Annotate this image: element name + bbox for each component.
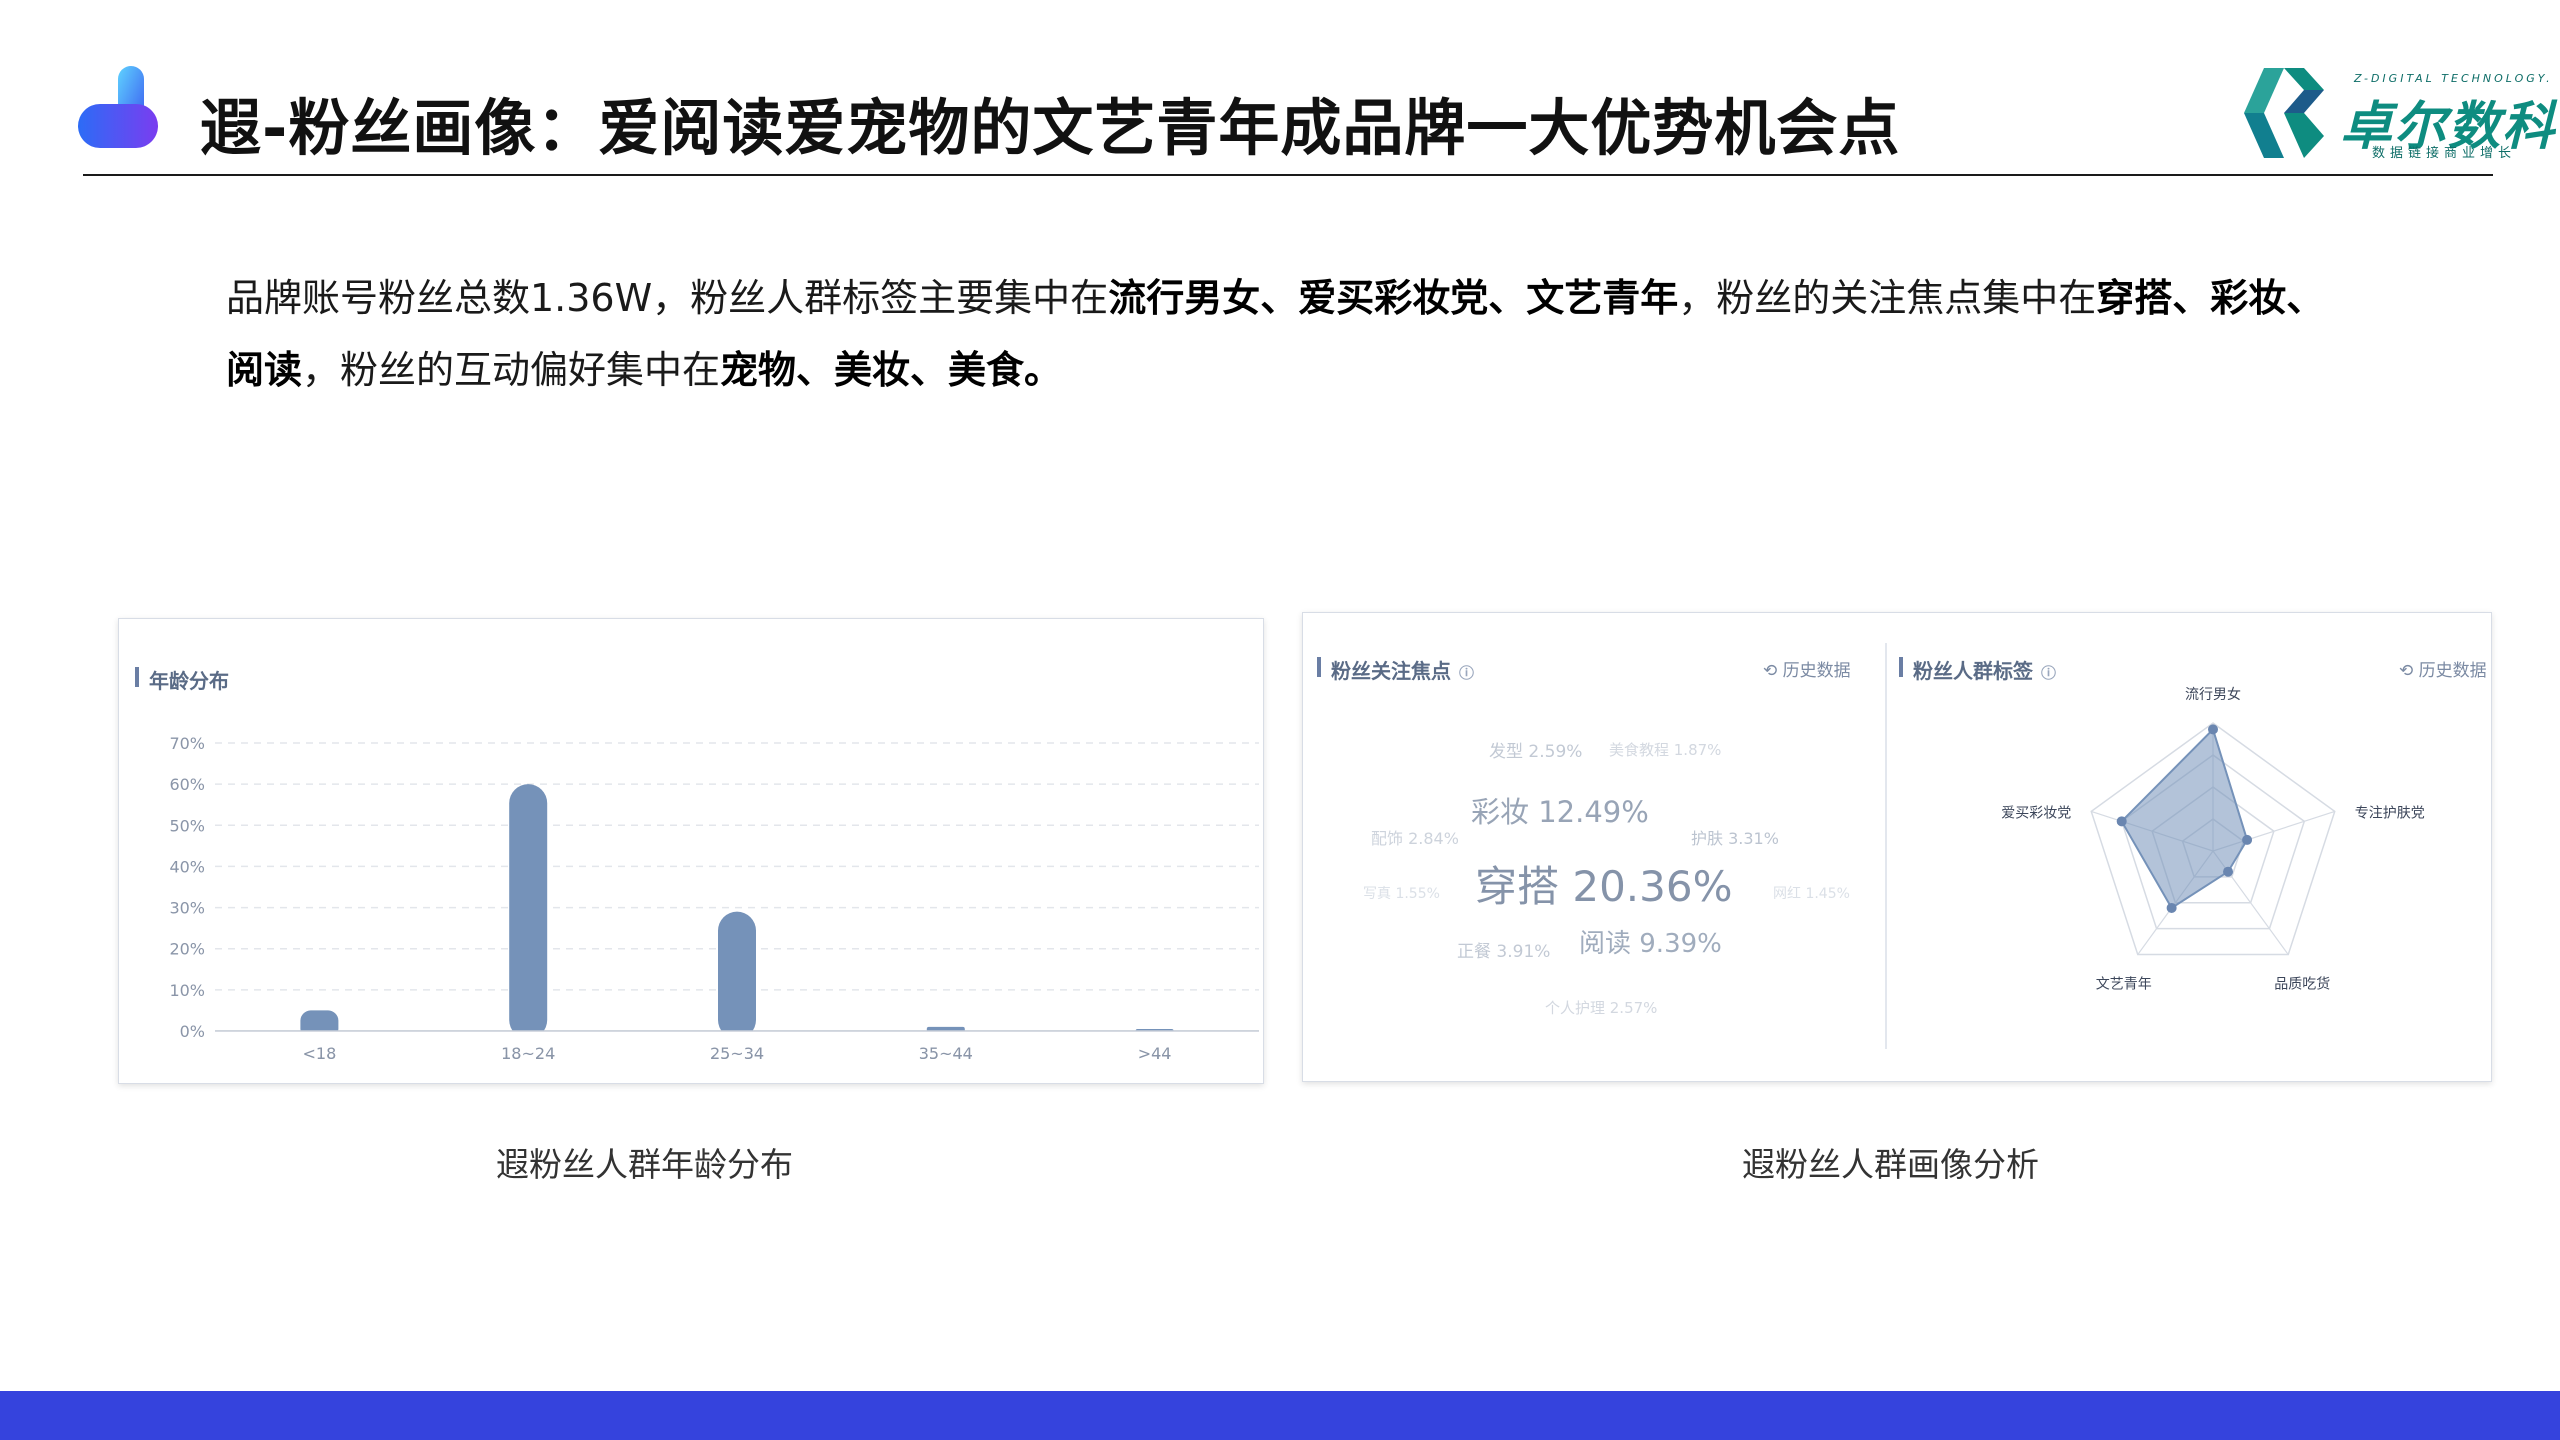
tags-section-title: 粉丝人群标签 ⓘ: [1898, 655, 2056, 684]
age-panel-caption: 遐粉丝人群年龄分布: [496, 1145, 793, 1184]
x-tick-label: >44: [1138, 1044, 1172, 1063]
cloud-word: 正餐 3.91%: [1457, 942, 1551, 962]
history-clock-icon: ⟲: [1763, 661, 1778, 681]
help-icon[interactable]: ⓘ: [2041, 664, 2056, 682]
summary-text-3: ，粉丝的互动偏好集中在: [302, 348, 721, 392]
footer-bar: [0, 1391, 2560, 1440]
cloud-word: 阅读 9.39%: [1579, 929, 1722, 959]
header-divider: [83, 174, 2493, 176]
brand-logo: Z-DIGITAL TECHNOLOGY. 卓尔数科 数据链接商业增长: [2244, 62, 2554, 162]
x-tick-label: 35~44: [919, 1044, 973, 1063]
age-bar: [509, 784, 548, 1039]
age-bar-chart: 0% 10% 20% 30% 40% 50% 60% 70% <18 18~24 25~34 35~4…: [169, 734, 1259, 1063]
history-clock-icon: ⟲: [2399, 661, 2414, 681]
radar-axis-label: 专注护肤党: [2355, 805, 2425, 821]
y-tick-label: 0%: [180, 1022, 205, 1041]
y-tick-label: 50%: [169, 816, 205, 835]
summary-highlight-tags: 流行男女、爱买彩妆党、文艺青年: [1108, 276, 1679, 320]
cloud-word: 配饰 2.84%: [1371, 829, 1459, 848]
summary-highlight-interaction: 宠物、美妆、美食。: [720, 348, 1063, 392]
summary-text-2: ，粉丝的关注焦点集中在: [1678, 276, 2097, 320]
page-title: 遐-粉丝画像：爱阅读爱宠物的文艺青年成品牌一大优势机会点: [200, 93, 1901, 164]
radar-axis-label: 品质吃货: [2274, 976, 2330, 993]
age-distribution-panel: 年龄分布 0% 10% 20% 30% 40% 50% 60% 70% <18 18~24 25~3…: [118, 618, 1264, 1084]
radar-point: [2208, 724, 2218, 735]
summary-paragraph: 品牌账号粉丝总数1.36W，粉丝人群标签主要集中在流行男女、爱买彩妆党、文艺青年…: [226, 262, 2356, 406]
y-tick-label: 60%: [169, 775, 205, 794]
radar-point: [2223, 866, 2234, 877]
age-bar: [718, 911, 756, 1039]
radar-point: [2116, 816, 2127, 827]
radar-axis-label: 文艺青年: [2096, 977, 2152, 993]
cloud-word: 护肤 3.31%: [1691, 829, 1779, 848]
y-tick-label: 10%: [169, 981, 205, 1000]
cloud-word: 网红 1.45%: [1773, 886, 1850, 902]
focus-section-title: 粉丝关注焦点 ⓘ: [1316, 655, 1474, 684]
radar-axis-label: 爱买彩妆党: [2001, 805, 2071, 821]
cloud-word: 个人护理 2.57%: [1545, 999, 1658, 1017]
x-tick-label: <18: [303, 1044, 337, 1063]
x-tick-label: 25~34: [710, 1044, 764, 1063]
y-tick-label: 40%: [169, 857, 205, 876]
cloud-word: 彩妆 12.49%: [1471, 795, 1649, 829]
brand-mark-icon: [2244, 68, 2324, 158]
fans-panel-caption: 遐粉丝人群画像分析: [1742, 1145, 2039, 1184]
radar-axis-label: 流行男女: [2185, 686, 2241, 703]
fan-tags-radar-chart: 流行男女专注护肤党品质吃货 文艺青年 爱买彩妆党: [2001, 686, 2425, 993]
cloud-word: 写真 1.55%: [1363, 886, 1440, 902]
section-divider: [1885, 643, 1887, 1049]
cloud-word: 美食教程 1.87%: [1609, 741, 1722, 759]
help-icon[interactable]: ⓘ: [1459, 664, 1474, 682]
cloud-word: 穿搭 20.36%: [1475, 862, 1733, 911]
focus-history-link[interactable]: ⟲ 历史数据: [1763, 656, 1851, 681]
radar-point: [2242, 834, 2253, 845]
radar-point: [2166, 902, 2177, 913]
y-tick-label: 30%: [169, 899, 205, 918]
x-tick-label: 18~24: [501, 1044, 555, 1063]
fan-portrait-panel: 粉丝关注焦点 ⓘ ⟲ 历史数据 粉丝人群标签 ⓘ ⟲ 历史数据 发型 2.59% 美…: [1302, 612, 2492, 1082]
y-tick-label: 70%: [169, 734, 205, 753]
cloud-word: 发型 2.59%: [1489, 742, 1583, 762]
summary-text-1: 品牌账号粉丝总数1.36W，粉丝人群标签主要集中在: [226, 276, 1109, 320]
tags-history-link[interactable]: ⟲ 历史数据: [2399, 656, 2487, 681]
y-tick-label: 20%: [169, 940, 205, 959]
app-logo-icon: [78, 66, 158, 148]
brand-slogan: 数据链接商业增长: [2372, 146, 2517, 161]
